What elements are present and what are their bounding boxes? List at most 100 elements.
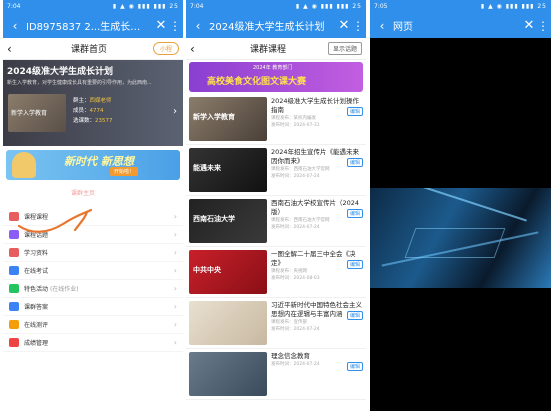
course-item[interactable]: 中共中央 一图全解二十届三中全会《决定》 课程发布：央视网 发布时间：2024-08-…: [186, 247, 366, 298]
menu-item-label: 学习资料: [24, 250, 49, 257]
video-player[interactable]: [370, 188, 551, 288]
status-icons: ▮ ▲ ◉ ▮▮▮ ▮▮▮ 25: [112, 3, 179, 10]
course-item[interactable]: 理念信念教育 发布时间：2024-07-24 编辑: [186, 349, 366, 400]
course-item[interactable]: 习近平新时代中国特色社会主义思想内在逻辑与丰富内涵 课程发布：宣传部 发布时间：20…: [186, 298, 366, 349]
course-publisher: 课程发布：央视网: [271, 269, 307, 274]
answer-icon: [9, 302, 19, 311]
page-title: 2024级准大学生成长计划: [209, 22, 325, 33]
title-bar: ‹ ID8975837 2...生成长计划 ✕ ⋮: [3, 13, 183, 38]
course-publisher: 课程发布：宣传部: [271, 320, 307, 325]
menu-item[interactable]: 特色活动 (在线作业) ›: [3, 280, 183, 298]
grade-icon: [9, 338, 19, 347]
course-date: 发布时间：2024-08-03: [271, 276, 320, 281]
course-icon: [9, 212, 19, 221]
status-bar: 7:04 ▮ ▲ ◉ ▮▮▮ ▮▮▮ 25: [186, 0, 366, 13]
more-options-icon[interactable]: ⋮: [169, 19, 181, 33]
show-topics-button[interactable]: 显示话题: [327, 42, 362, 55]
page-title: 网页: [393, 22, 413, 33]
course-date: 发布时间：2024-07-31: [271, 123, 320, 128]
course-publisher: 课程发布：西南石油大学官网: [271, 167, 330, 172]
menu-item-label: 在线测评: [24, 322, 49, 329]
close-icon[interactable]: ✕: [521, 18, 537, 33]
banner-line1: 2024年 教育部门: [253, 65, 293, 71]
course-item[interactable]: 新学入学教育 2024级准大学生成长计划操作指南 课程发布：某校内编发 发布时间：20…: [186, 94, 366, 145]
status-time: 7:04: [190, 3, 204, 10]
menu-item[interactable]: 课程话题 ›: [3, 226, 183, 244]
activity-icon: [9, 284, 19, 293]
course-date: 发布时间：2024-07-24: [271, 225, 320, 230]
edit-button[interactable]: 编辑: [346, 362, 363, 371]
course-list: 新学入学教育 2024级准大学生成长计划操作指南 课程发布：某校内编发 发布时间：20…: [186, 94, 366, 400]
contest-banner[interactable]: 2024年 教育部门 高校美食文化图文课大赛: [189, 62, 363, 92]
screen-webpage: 7:05 ▮ ▲ ◉ ▮▮▮ ▮▮▮ 25 ‹ 网页 ✕ ⋮: [370, 0, 551, 411]
edit-button[interactable]: 编辑: [346, 260, 363, 269]
group-title: 2024级准大学生成长计划: [7, 67, 114, 77]
feature-menu: 课程课程 › 课程话题 › 学习资料 › 在线考试 › 特色活动 (在线作业) › 课群答案 › 在线测…: [3, 206, 183, 354]
course-thumbnail: [189, 301, 267, 345]
screen-group-courses: 7:04 ▮ ▲ ◉ ▮▮▮ ▮▮▮ 25 ‹ 2024级准大学生成长计划 ✕ …: [186, 0, 366, 411]
course-item[interactable]: 西南石油大学 西南石油大学校宣传片（2024版） 课程发布：西南石油大学官网 发布时间…: [186, 196, 366, 247]
menu-item[interactable]: 在线考试 ›: [3, 262, 183, 280]
promo-banner[interactable]: 新时代 新思想 开始啦！: [6, 150, 180, 180]
course-thumbnail: 能遇未来: [189, 148, 267, 192]
course-item[interactable]: 能遇未来 2024年招生宣传片《能遇未来 因你而来》 课程发布：西南石油大学官网 发布…: [186, 145, 366, 196]
sub-header: ‹ 课群课程 显示话题: [186, 38, 366, 60]
status-icons: ▮ ▲ ◉ ▮▮▮ ▮▮▮ 25: [295, 3, 362, 10]
back-arrow-icon[interactable]: ‹: [7, 19, 23, 33]
stat-courses: 选课数：23577: [73, 118, 113, 124]
course-thumbnail: [189, 352, 267, 396]
status-time: 7:04: [7, 3, 21, 10]
status-time: 7:05: [374, 3, 388, 10]
menu-item-label: 在线考试: [24, 268, 49, 275]
edit-button[interactable]: 编辑: [346, 209, 363, 218]
back-chevron-icon[interactable]: ‹: [7, 42, 25, 56]
course-date: 发布时间：2024-07-24: [271, 174, 320, 179]
menu-item[interactable]: 课程课程 ›: [3, 208, 183, 226]
menu-item-label: 成绩管理: [24, 340, 49, 347]
close-icon[interactable]: ✕: [153, 18, 169, 33]
course-publisher: 课程发布：西南石油大学官网: [271, 218, 330, 223]
back-arrow-icon[interactable]: ‹: [374, 19, 390, 33]
section-tab-label: 课群主页: [71, 190, 96, 197]
menu-item-label: 特色活动 (在线作业): [24, 286, 79, 293]
screen-group-home: 7:04 ▮ ▲ ◉ ▮▮▮ ▮▮▮ 25 ‹ ID8975837 2...生成…: [3, 0, 183, 411]
group-hero-card[interactable]: 2024级准大学生成长计划 新生入学教育，对学生健康成长具有重要的引导作用，为此…: [3, 60, 183, 146]
course-info: 一图全解二十届三中全会《决定》 课程发布：央视网 发布时间：2024-08-03 编辑: [271, 250, 363, 294]
course-thumbnail: 中共中央: [189, 250, 267, 294]
edit-button[interactable]: 编辑: [346, 158, 363, 167]
menu-item[interactable]: 课群答案 ›: [3, 298, 183, 316]
close-icon[interactable]: ✕: [336, 18, 352, 33]
menu-item[interactable]: 在线测评 ›: [3, 316, 183, 334]
chevron-right-icon: ›: [173, 212, 177, 221]
menu-item[interactable]: 成绩管理 ›: [3, 334, 183, 352]
stat-owner: 群主：西媒老师: [73, 98, 112, 104]
more-options-icon[interactable]: ⋮: [352, 19, 364, 33]
back-arrow-icon[interactable]: ‹: [190, 19, 206, 33]
title-bar: ‹ 网页 ✕ ⋮: [370, 13, 551, 38]
status-icons: ▮ ▲ ◉ ▮▮▮ ▮▮▮ 25: [480, 3, 547, 10]
group-stats: 群主：西媒老师 成员：4774 选课数：23577: [73, 96, 113, 126]
menu-item[interactable]: 学习资料 ›: [3, 244, 183, 262]
edit-button[interactable]: 编辑: [346, 107, 363, 116]
chevron-right-icon: ›: [173, 248, 177, 257]
chevron-right-icon: ›: [173, 320, 177, 329]
status-bar: 7:05 ▮ ▲ ◉ ▮▮▮ ▮▮▮ 25: [370, 0, 551, 13]
course-info: 西南石油大学校宣传片（2024版） 课程发布：西南石油大学官网 发布时间：2024-…: [271, 199, 363, 243]
more-options-icon[interactable]: ⋮: [537, 19, 549, 33]
course-info: 2024年招生宣传片《能遇未来 因你而来》 课程发布：西南石油大学官网 发布时间：2…: [271, 148, 363, 192]
thumbnail-text: 新学入学教育: [11, 110, 48, 117]
edit-button[interactable]: 编辑: [346, 311, 363, 320]
material-icon: [9, 248, 19, 257]
chevron-right-icon: ›: [173, 230, 177, 239]
sub-title: 课群首页: [70, 45, 107, 55]
banner-start-button[interactable]: 开始啦！: [110, 167, 139, 176]
back-chevron-icon[interactable]: ‹: [190, 42, 208, 56]
sub-title: 课群课程: [249, 45, 286, 55]
topic-icon: [9, 230, 19, 239]
group-description: 新生入学教育，对学生健康成长具有重要的引导作用，为此西南...: [7, 80, 152, 86]
chevron-right-icon[interactable]: ›: [173, 106, 177, 117]
course-title: 理念信念教育: [271, 352, 310, 360]
course-thumbnail: 新学入学教育: [189, 97, 267, 141]
section-tab: 课群主页: [3, 184, 183, 206]
mini-program-button[interactable]: 小程: [152, 42, 179, 55]
